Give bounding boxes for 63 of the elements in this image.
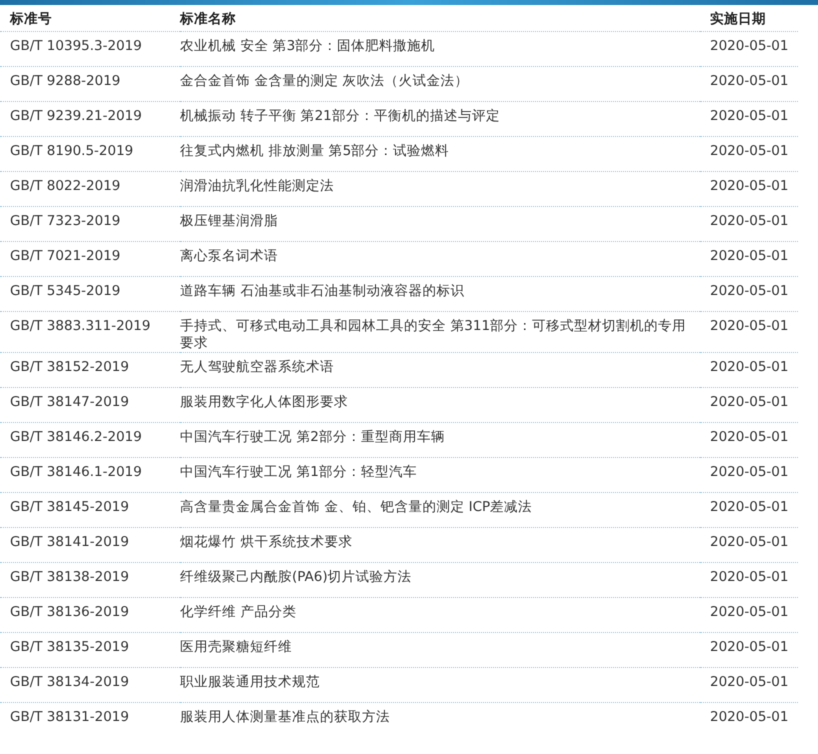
standard-name-cell: 润滑油抗乳化性能测定法 (180, 172, 700, 207)
standard-number-cell: GB/T 38152-2019 (0, 352, 180, 388)
standard-name-cell: 中国汽车行驶工况 第2部分：重型商用车辆 (180, 422, 700, 458)
date-cell: 2020-05-01 (700, 172, 798, 207)
standard-name-cell: 化学纤维 产品分类 (180, 598, 700, 632)
column-header: 标准名称 (180, 5, 700, 32)
standard-number-cell: GB/T 38131-2019 (0, 702, 180, 738)
standard-number-cell: GB/T 38136-2019 (0, 598, 180, 632)
standard-number-cell: GB/T 3883.311-2019 (0, 312, 180, 352)
date-cell: 2020-05-01 (700, 458, 798, 492)
standard-name-cell: 道路车辆 石油基或非石油基制动液容器的标识 (180, 276, 700, 312)
date-cell: 2020-05-01 (700, 632, 798, 668)
standard-name-cell: 中国汽车行驶工况 第1部分：轻型汽车 (180, 458, 700, 492)
standard-name-cell: 机械振动 转子平衡 第21部分：平衡机的描述与评定 (180, 102, 700, 137)
standard-number-cell: GB/T 7323-2019 (0, 206, 180, 242)
column-header: 标准号 (0, 5, 180, 32)
date-cell: 2020-05-01 (700, 492, 798, 528)
standard-number-cell: GB/T 8022-2019 (0, 172, 180, 207)
date-cell: 2020-05-01 (700, 66, 798, 102)
date-cell: 2020-05-01 (700, 422, 798, 458)
date-cell: 2020-05-01 (700, 102, 798, 137)
standard-number-cell: GB/T 38141-2019 (0, 528, 180, 562)
standard-number-cell: GB/T 7021-2019 (0, 242, 180, 277)
date-cell: 2020-05-01 (700, 312, 798, 352)
standard-number-cell: GB/T 38138-2019 (0, 562, 180, 598)
standard-name-cell: 烟花爆竹 烘干系统技术要求 (180, 528, 700, 562)
standard-number-cell: GB/T 38134-2019 (0, 668, 180, 702)
date-cell: 2020-05-01 (700, 32, 798, 67)
standard-number-cell: GB/T 38146.2-2019 (0, 422, 180, 458)
standard-number-cell: GB/T 38145-2019 (0, 492, 180, 528)
date-cell: 2020-05-01 (700, 528, 798, 562)
standard-number-cell: GB/T 9239.21-2019 (0, 102, 180, 137)
date-cell: 2020-05-01 (700, 242, 798, 277)
standard-number-cell: GB/T 38146.1-2019 (0, 458, 180, 492)
standard-name-cell: 职业服装通用技术规范 (180, 668, 700, 702)
date-cell: 2020-05-01 (700, 702, 798, 738)
date-cell: 2020-05-01 (700, 562, 798, 598)
date-cell: 2020-05-01 (700, 276, 798, 312)
date-cell: 2020-05-01 (700, 598, 798, 632)
standard-name-cell: 高含量贵金属合金首饰 金、铂、钯含量的测定 ICP差减法 (180, 492, 700, 528)
date-cell: 2020-05-01 (700, 388, 798, 422)
standard-number-cell: GB/T 8190.5-2019 (0, 136, 180, 172)
date-cell: 2020-05-01 (700, 206, 798, 242)
standard-name-cell: 农业机械 安全 第3部分：固体肥料撒施机 (180, 32, 700, 67)
standard-name-cell: 服装用人体测量基准点的获取方法 (180, 702, 700, 738)
standard-name-cell: 服装用数字化人体图形要求 (180, 388, 700, 422)
standard-number-cell: GB/T 10395.3-2019 (0, 32, 180, 67)
standard-name-cell: 手持式、可移式电动工具和园林工具的安全 第311部分：可移式型材切割机的专用要求 (180, 312, 700, 352)
standard-number-cell: GB/T 38147-2019 (0, 388, 180, 422)
standard-name-cell: 医用壳聚糖短纤维 (180, 632, 700, 668)
date-cell: 2020-05-01 (700, 668, 798, 702)
standard-name-cell: 往复式内燃机 排放测量 第5部分：试验燃料 (180, 136, 700, 172)
standard-name-cell: 离心泵名词术语 (180, 242, 700, 277)
standard-name-cell: 纤维级聚己内酰胺(PA6)切片试验方法 (180, 562, 700, 598)
standard-number-cell: GB/T 5345-2019 (0, 276, 180, 312)
standard-number-cell: GB/T 38135-2019 (0, 632, 180, 668)
standard-number-cell: GB/T 9288-2019 (0, 66, 180, 102)
date-cell: 2020-05-01 (700, 136, 798, 172)
date-cell: 2020-05-01 (700, 352, 798, 388)
standard-name-cell: 极压锂基润滑脂 (180, 206, 700, 242)
column-header: 实施日期 (700, 5, 798, 32)
standard-name-cell: 无人驾驶航空器系统术语 (180, 352, 700, 388)
standard-name-cell: 金合金首饰 金含量的测定 灰吹法（火试金法） (180, 66, 700, 102)
